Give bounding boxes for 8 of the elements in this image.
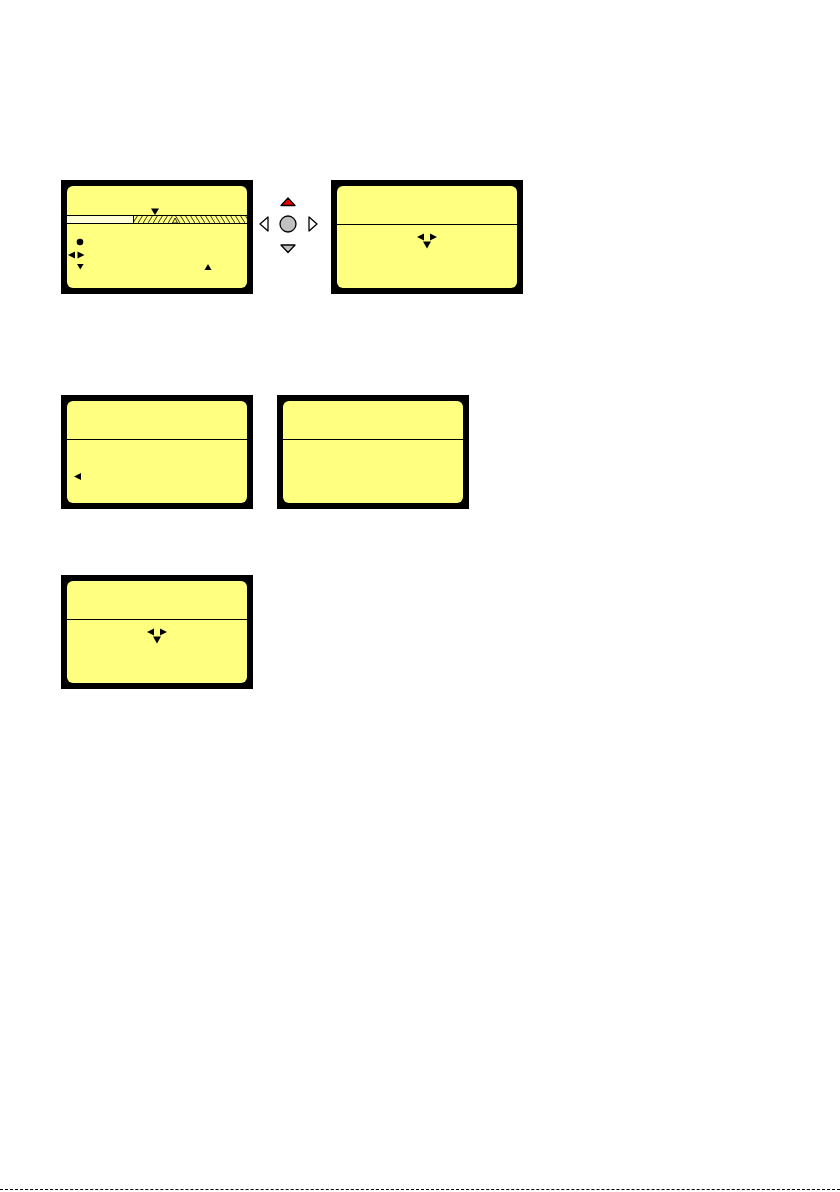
up-arrow-icon [204,264,212,270]
left-right-arrows-icon [68,251,85,259]
left-arrow-icon [74,473,81,480]
dot-icon [76,238,84,246]
left-right-down-arrows-icon [147,628,167,644]
marker-icon [172,217,178,224]
left-right-down-arrows-icon [417,233,437,249]
down-arrow-icon [77,264,84,270]
